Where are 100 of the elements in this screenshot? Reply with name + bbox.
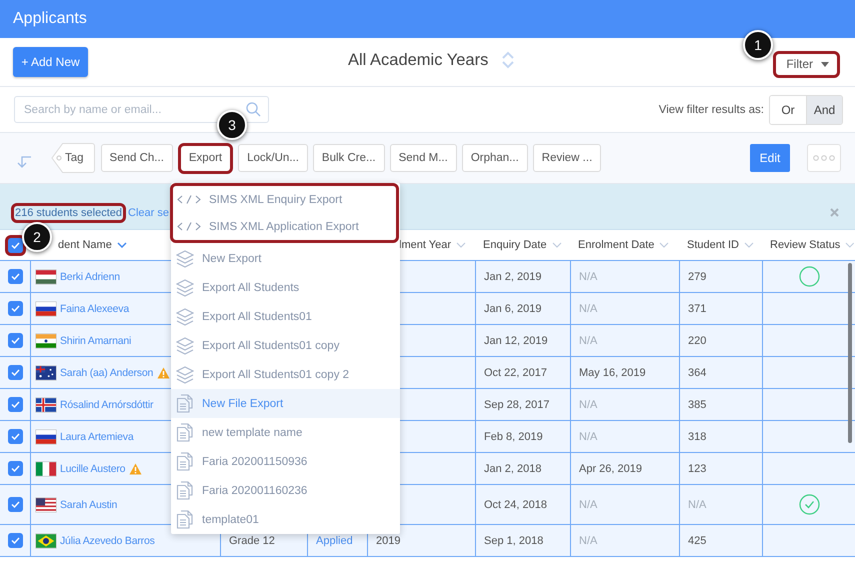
enrolment-date-cell: N/A — [579, 270, 598, 282]
clear-selection-link[interactable]: Clear se — [128, 206, 169, 218]
row-checkbox[interactable] — [8, 301, 22, 316]
student-name-link[interactable]: Sarah (aa) Anderson — [60, 366, 154, 378]
export-menu-item[interactable]: Faria 202001160236 — [171, 476, 400, 505]
toolbar-action-button[interactable]: Bulk Cre... — [312, 144, 385, 172]
academic-year-selector[interactable]: All Academic Years — [348, 50, 488, 70]
student-id-cell: 385 — [688, 398, 706, 410]
page-title: Applicants — [13, 10, 87, 28]
student-name-link[interactable]: Júlia Azevedo Barros — [60, 534, 155, 546]
row-checkbox[interactable] — [8, 461, 22, 476]
checkmark-icon — [10, 433, 20, 440]
enrolment-date-cell: N/A — [579, 430, 598, 442]
export-menu-item[interactable]: Export All Students01 copy 2 — [171, 360, 400, 389]
checkmark-icon — [10, 537, 20, 544]
row-checkbox[interactable] — [8, 533, 22, 548]
column-header[interactable]: Review Status — [770, 239, 840, 251]
search-icon — [246, 102, 261, 117]
column-header[interactable]: Student ID — [687, 239, 739, 251]
filter-mode-option[interactable]: And — [806, 96, 842, 124]
code-icon — [177, 195, 201, 204]
toolbar-action-button[interactable]: Orphan... — [462, 144, 528, 172]
row-checkbox[interactable] — [8, 333, 22, 348]
more-dots-icon — [813, 155, 835, 161]
enquiry-date-cell: Jan 12, 2019 — [484, 334, 548, 346]
status-cell: Applied — [316, 534, 353, 546]
student-id-cell: 364 — [688, 366, 706, 378]
enrolment-date-cell: Apr 26, 2019 — [579, 462, 642, 474]
row-checkbox[interactable] — [8, 269, 22, 284]
documents-icon — [176, 423, 194, 442]
student-id-cell: 318 — [688, 430, 706, 442]
checkmark-icon — [10, 501, 20, 508]
year-cell: 2019 — [376, 534, 400, 546]
code-icon — [177, 222, 201, 231]
student-id-cell: 279 — [688, 270, 706, 282]
scrollbar[interactable] — [848, 263, 852, 443]
export-menu-item[interactable]: new template name — [171, 418, 400, 447]
export-menu-item[interactable]: Export All Students01 copy — [171, 331, 400, 360]
enquiry-date-cell: Jan 2, 2018 — [484, 462, 542, 474]
export-menu-item[interactable]: Export All Students — [171, 273, 400, 302]
enquiry-date-cell: Sep 1, 2018 — [484, 534, 544, 546]
documents-icon — [176, 452, 194, 471]
edit-button[interactable]: Edit — [750, 144, 790, 172]
toolbar-action-button[interactable]: Review ... — [532, 144, 602, 172]
documents-icon — [176, 394, 194, 413]
enquiry-date-cell: Feb 8, 2019 — [484, 430, 543, 442]
row-checkbox[interactable] — [8, 429, 22, 444]
toolbar-action-button[interactable]: Send M... — [390, 144, 457, 172]
student-name-link[interactable]: Sarah Austin — [60, 498, 118, 510]
student-name-link[interactable]: Lucille Austero — [60, 462, 126, 474]
student-id-cell: 371 — [688, 302, 706, 314]
toolbar-action-button[interactable]: Lock/Un... — [238, 144, 308, 172]
export-menu-item[interactable]: New File Export — [171, 389, 400, 418]
checkmark-icon — [10, 465, 20, 472]
filter-mode-label: View filter results as: — [658, 104, 764, 116]
column-header[interactable]: Enrolment Date — [578, 239, 654, 251]
documents-icon — [176, 510, 194, 529]
layers-icon — [176, 308, 194, 326]
student-name-link[interactable]: Shirin Amarnani — [60, 334, 132, 346]
add-new-button[interactable]: + Add New — [13, 47, 88, 77]
enrolment-date-cell: N/A — [579, 398, 598, 410]
student-id-cell: N/A — [688, 498, 706, 510]
enrolment-date-cell: N/A — [579, 534, 598, 546]
row-checkbox[interactable] — [8, 497, 22, 512]
enrolment-date-cell: N/A — [579, 302, 598, 314]
enrolment-date-cell: N/A — [579, 334, 598, 346]
checkmark-icon — [10, 273, 20, 280]
return-arrow-icon[interactable] — [16, 155, 32, 169]
grade-cell: Grade 12 — [229, 534, 275, 546]
student-name-link[interactable]: Berki Adrienn — [60, 270, 120, 282]
checkmark-icon — [10, 369, 20, 376]
export-menu-item[interactable]: SIMS XML Application Export — [173, 213, 396, 240]
export-menu-item[interactable]: SIMS XML Enquiry Export — [173, 186, 396, 213]
enquiry-date-cell: Oct 22, 2017 — [484, 366, 547, 378]
toolbar-action-button[interactable]: Send Ch... — [100, 144, 173, 172]
documents-icon — [176, 481, 194, 500]
export-menu-item[interactable]: New Export — [171, 244, 400, 273]
student-id-cell: 425 — [688, 534, 706, 546]
layers-icon — [176, 336, 194, 354]
row-checkbox[interactable] — [8, 397, 22, 412]
layers-icon — [176, 250, 194, 268]
student-name-link[interactable]: Laura Artemieva — [60, 430, 134, 442]
export-menu-item[interactable]: Faria 202001150936 — [171, 447, 400, 476]
layers-icon — [176, 278, 194, 296]
row-checkbox[interactable] — [8, 365, 22, 380]
student-name-link[interactable]: Rósalind Arnórsdóttir — [60, 398, 154, 410]
layers-icon — [176, 366, 194, 384]
checkmark-icon — [10, 337, 20, 344]
student-id-cell: 220 — [688, 334, 706, 346]
student-name-link[interactable]: Faina Alexeeva — [60, 302, 129, 314]
selected-count: 216 students selected — [11, 202, 126, 222]
tag-point-icon — [51, 143, 63, 173]
student-id-cell: 123 — [688, 462, 706, 474]
toolbar-action-button[interactable]: Export — [178, 142, 234, 174]
column-header[interactable]: Enquiry Date — [483, 239, 547, 251]
column-header[interactable]: dent Name — [58, 239, 112, 251]
enquiry-date-cell: Sep 28, 2017 — [484, 398, 550, 410]
export-menu-item[interactable]: template01 — [171, 505, 400, 534]
filter-button[interactable]: Filter — [773, 50, 840, 78]
export-menu-item[interactable]: Export All Students01 — [171, 302, 400, 331]
